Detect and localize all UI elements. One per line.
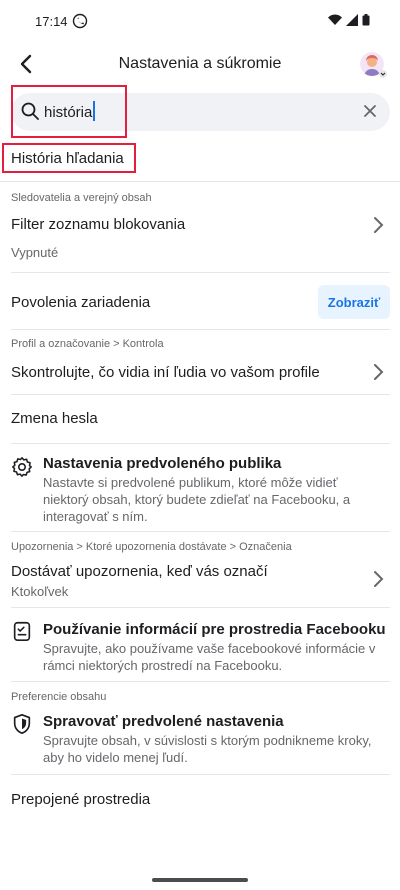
connected-experiences-item[interactable]: Prepojené prostredia [11, 791, 150, 808]
shield-icon [13, 714, 31, 734]
chevron-right-icon[interactable] [372, 363, 384, 381]
chevron-down-icon [379, 70, 387, 78]
search-highlight-box [11, 85, 127, 138]
clear-search-button[interactable] [362, 103, 378, 119]
status-bar: 17:14 [0, 0, 400, 40]
divider [0, 181, 400, 182]
divider [11, 531, 390, 532]
tag-notifications-title[interactable]: Dostávať upozornenia, keď vás označí [11, 563, 268, 580]
viber-icon [72, 13, 88, 29]
manage-defaults-title[interactable]: Spravovať predvolené nastavenia [43, 713, 284, 730]
change-password-item[interactable]: Zmena hesla [11, 410, 98, 427]
review-profile-title[interactable]: Skontrolujte, čo vidia iní ľudia vo vašo… [11, 364, 320, 381]
divider [11, 329, 390, 330]
show-button[interactable]: Zobraziť [318, 285, 390, 319]
divider [11, 681, 390, 682]
divider [11, 394, 390, 395]
chevron-right-icon[interactable] [372, 216, 384, 234]
wifi-icon [328, 14, 342, 25]
notifications-section-label: Upozornenia > Ktoré upozornenia dostávat… [11, 541, 292, 553]
profile-section-label: Profil a označovanie > Kontrola [11, 338, 164, 350]
home-indicator[interactable] [152, 878, 248, 882]
app-header: Nastavenia a súkromie [0, 42, 400, 86]
device-permissions-title[interactable]: Povolenia zariadenia [11, 294, 150, 311]
manage-defaults-description: Spravujte obsah, v súvislosti s ktorým p… [43, 733, 372, 765]
divider [11, 443, 390, 444]
page-title: Nastavenia a súkromie [118, 55, 282, 72]
gear-icon [12, 457, 32, 477]
battery-icon [362, 14, 370, 26]
cellular-signal-icon [346, 14, 358, 26]
info-usage-title[interactable]: Používanie informácií pre prostredia Fac… [43, 621, 386, 638]
followers-section-label: Sledovatelia a verejný obsah [11, 192, 152, 204]
info-usage-description: Spravujte, ako používame vaše facebookov… [43, 641, 376, 673]
divider [11, 607, 390, 608]
default-audience-title[interactable]: Nastavenia predvoleného publika [43, 455, 281, 472]
divider [11, 774, 390, 775]
divider [11, 272, 390, 273]
chevron-right-icon[interactable] [372, 570, 384, 588]
default-audience-description: Nastavte si predvolené publikum, ktoré m… [43, 475, 351, 524]
status-icons [328, 14, 370, 26]
block-filter-status: Vypnuté [11, 245, 59, 260]
block-filter-title[interactable]: Filter zoznamu blokovania [11, 216, 185, 233]
tag-notifications-audience: Ktokoľvek [11, 584, 69, 599]
clipboard-icon [13, 621, 31, 641]
search-history-highlight-box [2, 143, 136, 173]
content-section-label: Preferencie obsahu [11, 691, 107, 703]
status-time: 17:14 [35, 14, 68, 29]
